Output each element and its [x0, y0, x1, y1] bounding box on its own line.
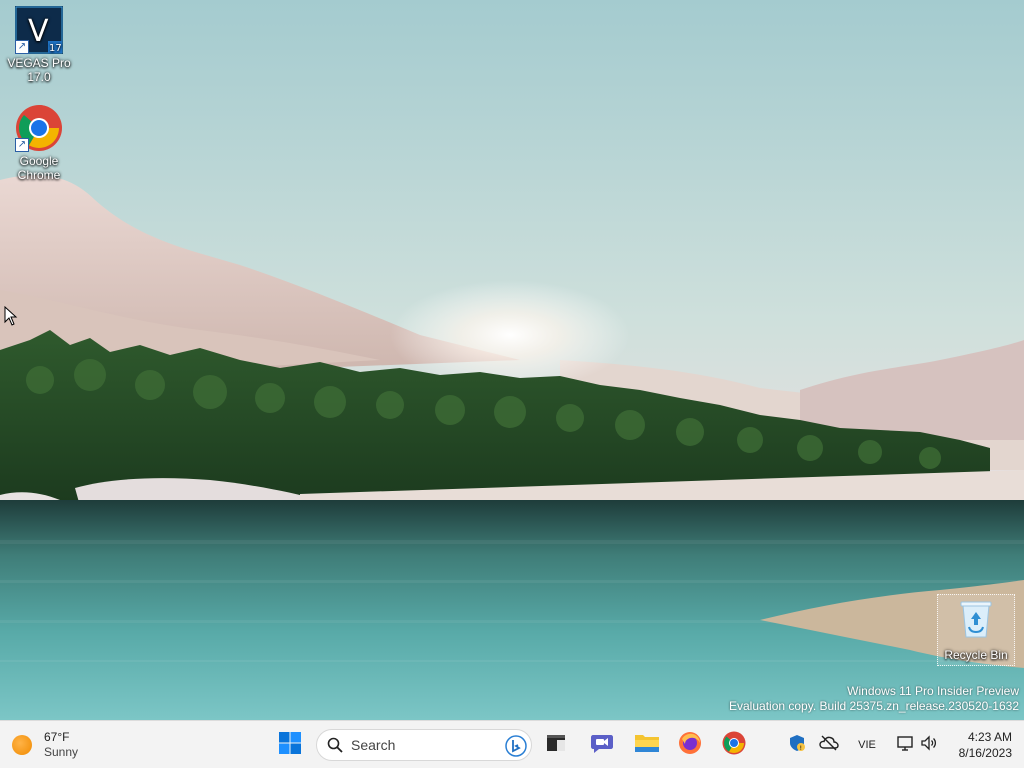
taskbar-app-chrome[interactable]	[716, 727, 752, 763]
teams-chat-icon	[590, 731, 614, 760]
desktop-icon-label: Recycle Bin	[944, 648, 1008, 662]
weather-condition: Sunny	[44, 745, 79, 759]
tray-network[interactable]	[892, 727, 918, 763]
weather-widget[interactable]: 67°F Sunny	[12, 727, 78, 763]
svg-text:!: !	[800, 745, 802, 752]
svg-text:V: V	[28, 14, 49, 49]
windows-start-icon	[279, 731, 301, 759]
shortcut-arrow-icon: ↗	[15, 138, 29, 152]
taskbar-app-file-explorer[interactable]	[629, 727, 665, 763]
bing-icon[interactable]	[505, 735, 527, 757]
input-language-indicator: VIE	[858, 739, 876, 751]
firefox-icon	[678, 731, 702, 760]
watermark-line-1: Windows 11 Pro Insider Preview	[847, 684, 1019, 698]
desktop-icon-label: VEGAS Pro 17.0	[7, 56, 71, 84]
vegas-badge-text: 17	[49, 43, 62, 54]
terminal-icon	[545, 732, 567, 759]
desktop-wallpaper	[0, 0, 1024, 720]
desktop-icon-recycle-bin[interactable]: Recycle Bin	[937, 594, 1015, 666]
taskbar-app-firefox[interactable]	[672, 727, 708, 763]
tray-security[interactable]: !	[784, 727, 810, 763]
start-button[interactable]	[272, 727, 308, 763]
sun-icon	[12, 735, 32, 755]
clock-date: 8/16/2023	[958, 746, 1012, 760]
weather-temperature: 67°F	[44, 730, 70, 744]
recycle-bin-icon	[959, 599, 993, 639]
vegas-pro-icon: V 17 ↗	[15, 6, 63, 54]
tray-language[interactable]: VIE	[850, 727, 884, 763]
evaluation-watermark: Windows 11 Pro Insider Preview Evaluatio…	[729, 684, 1019, 714]
desktop-icon-label: Google Chrome	[17, 154, 61, 182]
watermark-line-2: Evaluation copy. Build 25375.zn_release.…	[729, 699, 1019, 713]
tray-volume[interactable]	[916, 727, 942, 763]
search-input[interactable]	[349, 736, 493, 754]
taskbar-app-teams[interactable]	[584, 727, 620, 763]
shortcut-arrow-icon: ↗	[15, 40, 29, 54]
network-icon	[896, 734, 914, 757]
chrome-icon	[722, 731, 746, 760]
security-shield-icon: !	[788, 734, 806, 757]
volume-icon	[920, 734, 938, 757]
cloud-offline-icon	[819, 735, 839, 756]
mouse-cursor-icon	[4, 305, 18, 331]
chrome-icon: ↗	[15, 104, 63, 152]
folder-icon	[634, 732, 660, 759]
clock-time: 4:23 AM	[967, 730, 1012, 744]
taskbar-app-terminal[interactable]	[538, 727, 574, 763]
tray-onedrive[interactable]	[816, 727, 842, 763]
taskbar-search-box[interactable]	[316, 729, 532, 761]
search-icon	[327, 737, 343, 753]
desktop-icon-vegas-pro[interactable]: V 17 ↗ VEGAS Pro 17.0	[3, 6, 75, 84]
taskbar: 67°F Sunny Search ! VIE 4:23 AM 8/16/202…	[0, 720, 1024, 768]
desktop-icon-chrome[interactable]: ↗ Google Chrome	[3, 104, 75, 182]
taskbar-clock[interactable]: 4:23 AM 8/16/2023	[959, 729, 1012, 761]
